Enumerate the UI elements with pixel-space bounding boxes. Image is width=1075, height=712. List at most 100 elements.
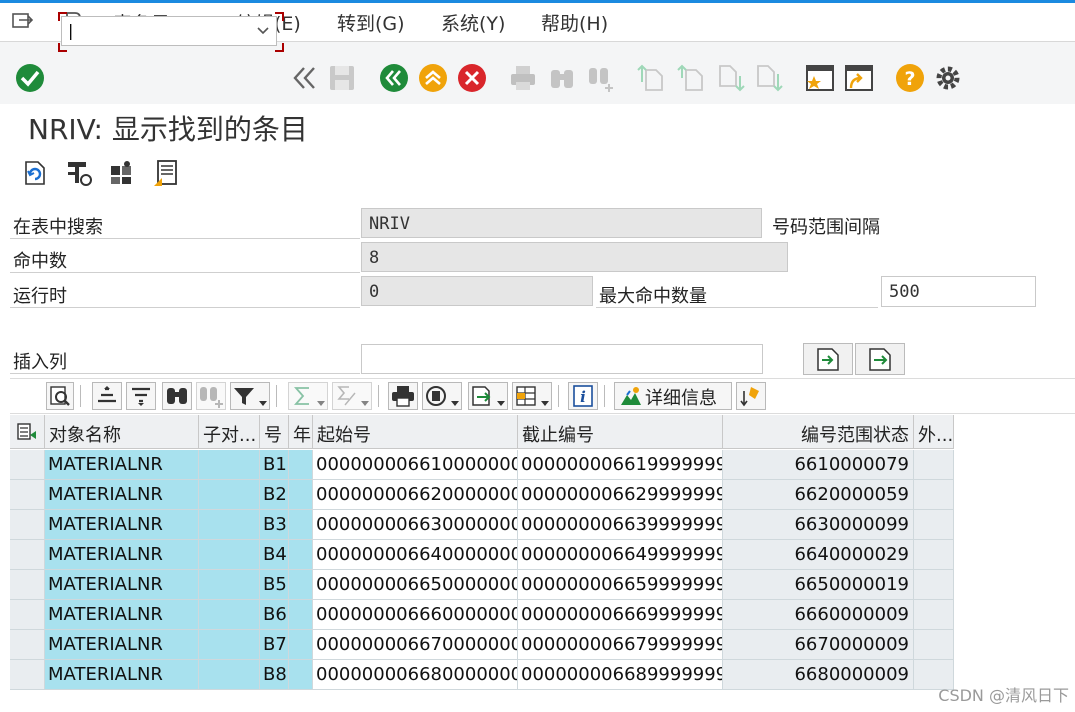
menu-item-goto[interactable]: 转到(G): [337, 9, 405, 36]
information-button[interactable]: i: [568, 382, 598, 410]
col-header-year[interactable]: 年: [289, 415, 313, 449]
cell-number-status[interactable]: 6620000059: [723, 480, 914, 510]
row-selector[interactable]: [10, 660, 45, 690]
cell-year[interactable]: [289, 540, 313, 570]
enter-check-icon[interactable]: [14, 62, 46, 94]
cell-from-number[interactable]: 000000006620000000: [313, 480, 518, 510]
cell-sub-object[interactable]: [199, 450, 260, 480]
cell-year[interactable]: [289, 510, 313, 540]
cell-number-status[interactable]: 6650000019: [723, 570, 914, 600]
cell-number[interactable]: B3: [260, 510, 289, 540]
back-icon[interactable]: [378, 62, 410, 94]
cell-to-number[interactable]: 000000006639999999: [518, 510, 723, 540]
cell-external[interactable]: [914, 480, 954, 510]
cell-object-name[interactable]: MATERIALNR: [45, 540, 199, 570]
cell-object-name[interactable]: MATERIALNR: [45, 450, 199, 480]
table-row[interactable]: MATERIALNR B8 000000006680000000 0000000066…: [10, 660, 954, 690]
cell-number-status[interactable]: 6670000009: [723, 630, 914, 660]
cell-number-status[interactable]: 6610000079: [723, 450, 914, 480]
cell-from-number[interactable]: 000000006660000000: [313, 600, 518, 630]
cell-number-status[interactable]: 6680000009: [723, 660, 914, 690]
menu-item-help[interactable]: 帮助(H): [541, 9, 608, 36]
row-selector[interactable]: [10, 510, 45, 540]
cell-year[interactable]: [289, 630, 313, 660]
export-button[interactable]: [468, 382, 508, 410]
cell-year[interactable]: [289, 600, 313, 630]
help-icon[interactable]: ?: [894, 62, 926, 94]
cell-number-status[interactable]: 6630000099: [723, 510, 914, 540]
cell-year[interactable]: [289, 570, 313, 600]
cell-to-number[interactable]: 000000006659999999: [518, 570, 723, 600]
cell-from-number[interactable]: 000000006650000000: [313, 570, 518, 600]
subtotal-button[interactable]: [332, 382, 372, 410]
col-header-number-status[interactable]: 编号范围状态: [723, 415, 914, 449]
details-button[interactable]: 详细信息: [614, 382, 732, 410]
menu-exit-icon[interactable]: [12, 11, 34, 31]
col-header-to-number[interactable]: 截止编号: [518, 415, 723, 449]
settings-gear-icon[interactable]: [932, 62, 964, 94]
cell-external[interactable]: [914, 630, 954, 660]
cell-external[interactable]: [914, 450, 954, 480]
filter-button[interactable]: [230, 382, 270, 410]
cell-sub-object[interactable]: [199, 510, 260, 540]
alv-print-button[interactable]: [388, 382, 418, 410]
cell-from-number[interactable]: 000000006670000000: [313, 630, 518, 660]
cell-sub-object[interactable]: [199, 660, 260, 690]
table-row[interactable]: MATERIALNR B5 000000006650000000 0000000066…: [10, 570, 954, 600]
cell-sub-object[interactable]: [199, 540, 260, 570]
cell-external[interactable]: [914, 510, 954, 540]
exit-icon[interactable]: [417, 62, 449, 94]
more-actions-button[interactable]: [736, 382, 766, 410]
refresh-icon[interactable]: [20, 158, 50, 188]
cell-year[interactable]: [289, 660, 313, 690]
table-tools-icon[interactable]: [64, 158, 94, 188]
cell-from-number[interactable]: 000000006610000000: [313, 450, 518, 480]
table-row[interactable]: MATERIALNR B2 000000006620000000 0000000066…: [10, 480, 954, 510]
cell-object-name[interactable]: MATERIALNR: [45, 600, 199, 630]
document-list-icon[interactable]: [151, 158, 181, 188]
cell-external[interactable]: [914, 570, 954, 600]
total-button[interactable]: [288, 382, 328, 410]
cell-number[interactable]: B4: [260, 540, 289, 570]
insert-column-right-button[interactable]: [855, 343, 905, 375]
col-header-number[interactable]: 号: [260, 415, 289, 449]
cell-number[interactable]: B2: [260, 480, 289, 510]
layout-button[interactable]: [512, 382, 552, 410]
chevron-down-icon[interactable]: [256, 26, 270, 36]
table-row[interactable]: MATERIALNR B6 000000006660000000 0000000066…: [10, 600, 954, 630]
sort-ascending-button[interactable]: [92, 382, 122, 410]
insert-column-button[interactable]: [803, 343, 853, 375]
cell-to-number[interactable]: 000000006669999999: [518, 600, 723, 630]
cell-to-number[interactable]: 000000006689999999: [518, 660, 723, 690]
cell-sub-object[interactable]: [199, 600, 260, 630]
cell-sub-object[interactable]: [199, 570, 260, 600]
sort-descending-button[interactable]: [126, 382, 156, 410]
col-header-external[interactable]: 外...: [914, 415, 954, 449]
cell-to-number[interactable]: 000000006649999999: [518, 540, 723, 570]
table-row[interactable]: MATERIALNR B4 000000006640000000 0000000066…: [10, 540, 954, 570]
cell-sub-object[interactable]: [199, 630, 260, 660]
view-button[interactable]: [422, 382, 462, 410]
select-all-header[interactable]: [10, 415, 45, 449]
table-row[interactable]: MATERIALNR B3 000000006630000000 0000000066…: [10, 510, 954, 540]
cell-object-name[interactable]: MATERIALNR: [45, 660, 199, 690]
cell-number[interactable]: B8: [260, 660, 289, 690]
cell-number[interactable]: B1: [260, 450, 289, 480]
alv-find-button[interactable]: [162, 382, 192, 410]
insert-column-input[interactable]: [361, 344, 763, 374]
col-header-object-name[interactable]: 对象名称: [45, 415, 199, 449]
row-selector[interactable]: [10, 570, 45, 600]
cell-from-number[interactable]: 000000006640000000: [313, 540, 518, 570]
table-row[interactable]: MATERIALNR B1 000000006610000000 0000000066…: [10, 450, 954, 480]
cancel-icon[interactable]: [456, 62, 488, 94]
row-selector[interactable]: [10, 600, 45, 630]
row-selector[interactable]: [10, 630, 45, 660]
cell-from-number[interactable]: 000000006680000000: [313, 660, 518, 690]
alv-details-button[interactable]: [46, 382, 74, 410]
cell-to-number[interactable]: 000000006619999999: [518, 450, 723, 480]
max-hits-input[interactable]: 500: [881, 276, 1036, 307]
cell-number-status[interactable]: 6640000029: [723, 540, 914, 570]
cell-object-name[interactable]: MATERIALNR: [45, 480, 199, 510]
cell-year[interactable]: [289, 480, 313, 510]
row-selector[interactable]: [10, 540, 45, 570]
